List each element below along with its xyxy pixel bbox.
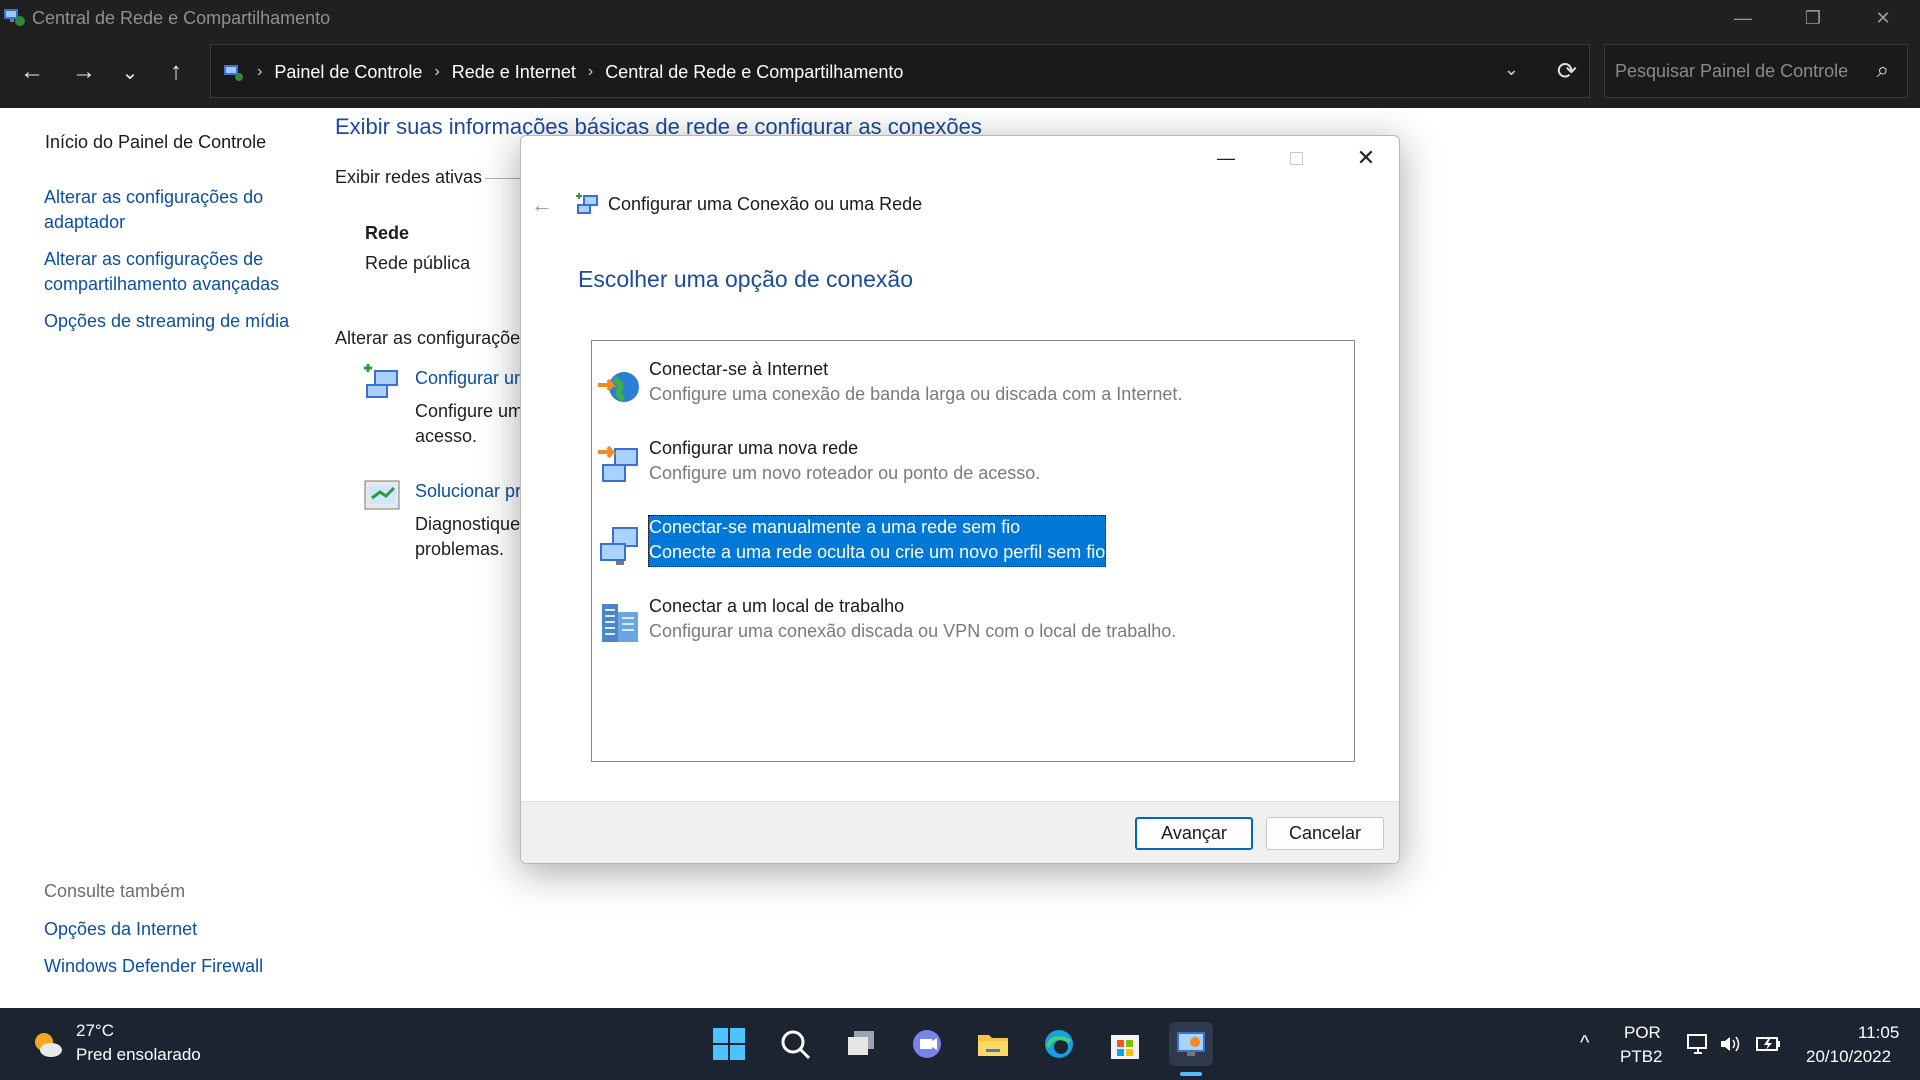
option-title: Configurar uma nova rede xyxy=(649,438,859,458)
dialog-heading: Escolher uma opção de conexão xyxy=(578,266,913,292)
troubleshoot-link[interactable]: Solucionar pr xyxy=(415,479,521,504)
sidebar-home-link[interactable]: Início do Painel de Controle xyxy=(45,130,266,155)
next-button[interactable]: Avançar xyxy=(1135,817,1253,850)
internet-globe-icon xyxy=(598,372,639,402)
internet-options-link[interactable]: Opções da Internet xyxy=(44,917,197,942)
workplace-building-icon xyxy=(602,604,638,642)
start-icon[interactable] xyxy=(707,1022,751,1066)
navigation-bar: ← → ⌄ ↑ › Painel de Controle › Rede e In… xyxy=(0,36,1920,108)
forward-button[interactable]: → xyxy=(66,54,102,90)
restore-button[interactable]: ❐ xyxy=(1778,0,1848,36)
breadcrumb: › Painel de Controle › Rede e Internet ›… xyxy=(221,45,903,99)
dialog-close-button[interactable]: ✕ xyxy=(1331,136,1399,180)
title-bar: Central de Rede e Compartilhamento — ❐ ✕ xyxy=(0,0,1920,36)
store-icon[interactable] xyxy=(1103,1022,1147,1066)
option-title: Conectar-se manualmente a uma rede sem f… xyxy=(649,517,1021,537)
sidebar-item-media-streaming[interactable]: Opções de streaming de mídia xyxy=(44,309,304,334)
task-view-icon[interactable] xyxy=(839,1022,883,1066)
dialog-title: Configurar uma Conexão ou uma Rede xyxy=(608,194,923,214)
option-setup-new-network[interactable]: Configurar uma nova rede Configure um no… xyxy=(596,438,1336,494)
cancel-button[interactable]: Cancelar xyxy=(1266,817,1384,850)
option-manual-wireless[interactable]: Conectar-se manualmente a uma rede sem f… xyxy=(596,515,1336,573)
clock-date[interactable]: 20/10/2022 xyxy=(1806,1047,1891,1067)
dialog-footer: Avançar Cancelar xyxy=(521,801,1399,863)
connection-option-list[interactable]: Conectar-se à Internet Configure uma con… xyxy=(591,340,1355,762)
close-button[interactable]: ✕ xyxy=(1848,0,1918,36)
option-description: Configure um novo roteador ou ponto de a… xyxy=(649,463,1041,483)
troubleshoot-icon xyxy=(364,480,400,510)
breadcrumb-control-panel[interactable]: Painel de Controle xyxy=(274,62,422,83)
setup-connection-icon xyxy=(364,364,398,398)
weather-temperature[interactable]: 27°C xyxy=(76,1021,114,1041)
network-name: Rede xyxy=(365,223,410,243)
control-panel-icon[interactable] xyxy=(1169,1022,1213,1066)
option-description: Conecte a uma rede oculta ou crie um nov… xyxy=(649,542,1111,562)
sidebar-item-adapter-settings[interactable]: Alterar as configurações do adaptador xyxy=(44,185,284,235)
see-also-heading: Consulte também xyxy=(44,881,186,901)
clock-time[interactable]: 11:05 xyxy=(1858,1023,1899,1043)
troubleshoot-desc-line2: problemas. xyxy=(415,539,505,559)
dialog-maximize-button xyxy=(1261,136,1331,180)
edge-icon[interactable] xyxy=(1037,1022,1081,1066)
network-center-icon xyxy=(4,9,25,26)
active-app-indicator xyxy=(1180,1072,1202,1076)
window-title: Central de Rede e Compartilhamento xyxy=(32,8,331,28)
active-networks-label: Exibir redes ativas xyxy=(335,167,483,187)
troubleshoot-desc-line1: Diagnostique xyxy=(415,514,521,534)
option-title: Conectar-se à Internet xyxy=(649,359,829,379)
weather-description[interactable]: Pred ensolarado xyxy=(76,1045,201,1065)
dialog-minimize-button[interactable]: — xyxy=(1191,136,1261,180)
address-dropdown-icon[interactable]: ⌄ xyxy=(1504,59,1519,80)
minimize-button[interactable]: — xyxy=(1708,0,1778,36)
chat-icon[interactable] xyxy=(905,1022,949,1066)
change-settings-label: Alterar as configurações xyxy=(335,328,530,348)
setup-connection-link[interactable]: Configurar ur xyxy=(415,366,520,391)
setup-connection-dialog: — ✕ ← Configurar uma Conexão ou uma Rede… xyxy=(520,135,1400,864)
wireless-network-icon xyxy=(600,527,638,565)
weather-sun-icon[interactable] xyxy=(30,1028,64,1062)
option-description: Configurar uma conexão discada ou VPN co… xyxy=(649,621,1177,641)
breadcrumb-separator: › xyxy=(587,63,594,80)
search-icon[interactable]: ⌕ xyxy=(1877,57,1889,83)
language-indicator[interactable]: POR xyxy=(1624,1023,1661,1043)
battery-charging-icon[interactable] xyxy=(1756,1033,1782,1055)
network-status-icon[interactable] xyxy=(1686,1032,1710,1056)
breadcrumb-separator: › xyxy=(434,63,440,80)
address-bar[interactable]: › Painel de Controle › Rede e Internet ›… xyxy=(210,44,1590,98)
search-icon[interactable] xyxy=(773,1022,817,1066)
search-input[interactable]: Pesquisar Painel de Controle xyxy=(1615,61,1848,82)
setup-desc-line1: Configure um xyxy=(415,401,524,421)
breadcrumb-separator: › xyxy=(257,63,263,80)
keyboard-layout-indicator[interactable]: PTB2 xyxy=(1620,1047,1663,1067)
sidebar-item-advanced-sharing[interactable]: Alterar as configurações de compartilham… xyxy=(44,247,304,297)
defender-firewall-link[interactable]: Windows Defender Firewall xyxy=(44,954,263,979)
recent-locations-button[interactable]: ⌄ xyxy=(112,54,148,90)
option-connect-internet[interactable]: Conectar-se à Internet Configure uma con… xyxy=(596,359,1336,415)
dialog-back-button[interactable]: ← xyxy=(531,192,553,218)
option-description: Configure uma conexão de banda larga ou … xyxy=(649,384,1183,404)
breadcrumb-network-center[interactable]: Central de Rede e Compartilhamento xyxy=(605,62,903,83)
network-setup-icon xyxy=(576,193,598,214)
volume-icon[interactable] xyxy=(1718,1032,1742,1056)
up-button[interactable]: ↑ xyxy=(158,54,194,90)
setup-desc-line2: acesso. xyxy=(415,426,478,446)
new-network-icon xyxy=(598,445,638,482)
network-type: Rede pública xyxy=(365,253,471,273)
refresh-icon[interactable]: ⟳ xyxy=(1557,57,1577,86)
breadcrumb-network-internet[interactable]: Rede e Internet xyxy=(452,62,576,83)
file-explorer-icon[interactable] xyxy=(971,1022,1015,1066)
divider xyxy=(485,178,520,179)
tray-overflow-chevron-icon[interactable]: ^ xyxy=(1580,1032,1589,1055)
option-title: Conectar a um local de trabalho xyxy=(649,596,905,616)
search-box[interactable]: Pesquisar Painel de Controle ⌕ xyxy=(1604,44,1908,98)
option-workplace[interactable]: Conectar a um local de trabalho Configur… xyxy=(596,596,1336,652)
control-panel-icon xyxy=(224,65,243,81)
back-button[interactable]: ← xyxy=(14,54,50,90)
taskbar: 27°C Pred ensolarado ^ POR PTB2 11:05 20… xyxy=(0,1008,1920,1080)
